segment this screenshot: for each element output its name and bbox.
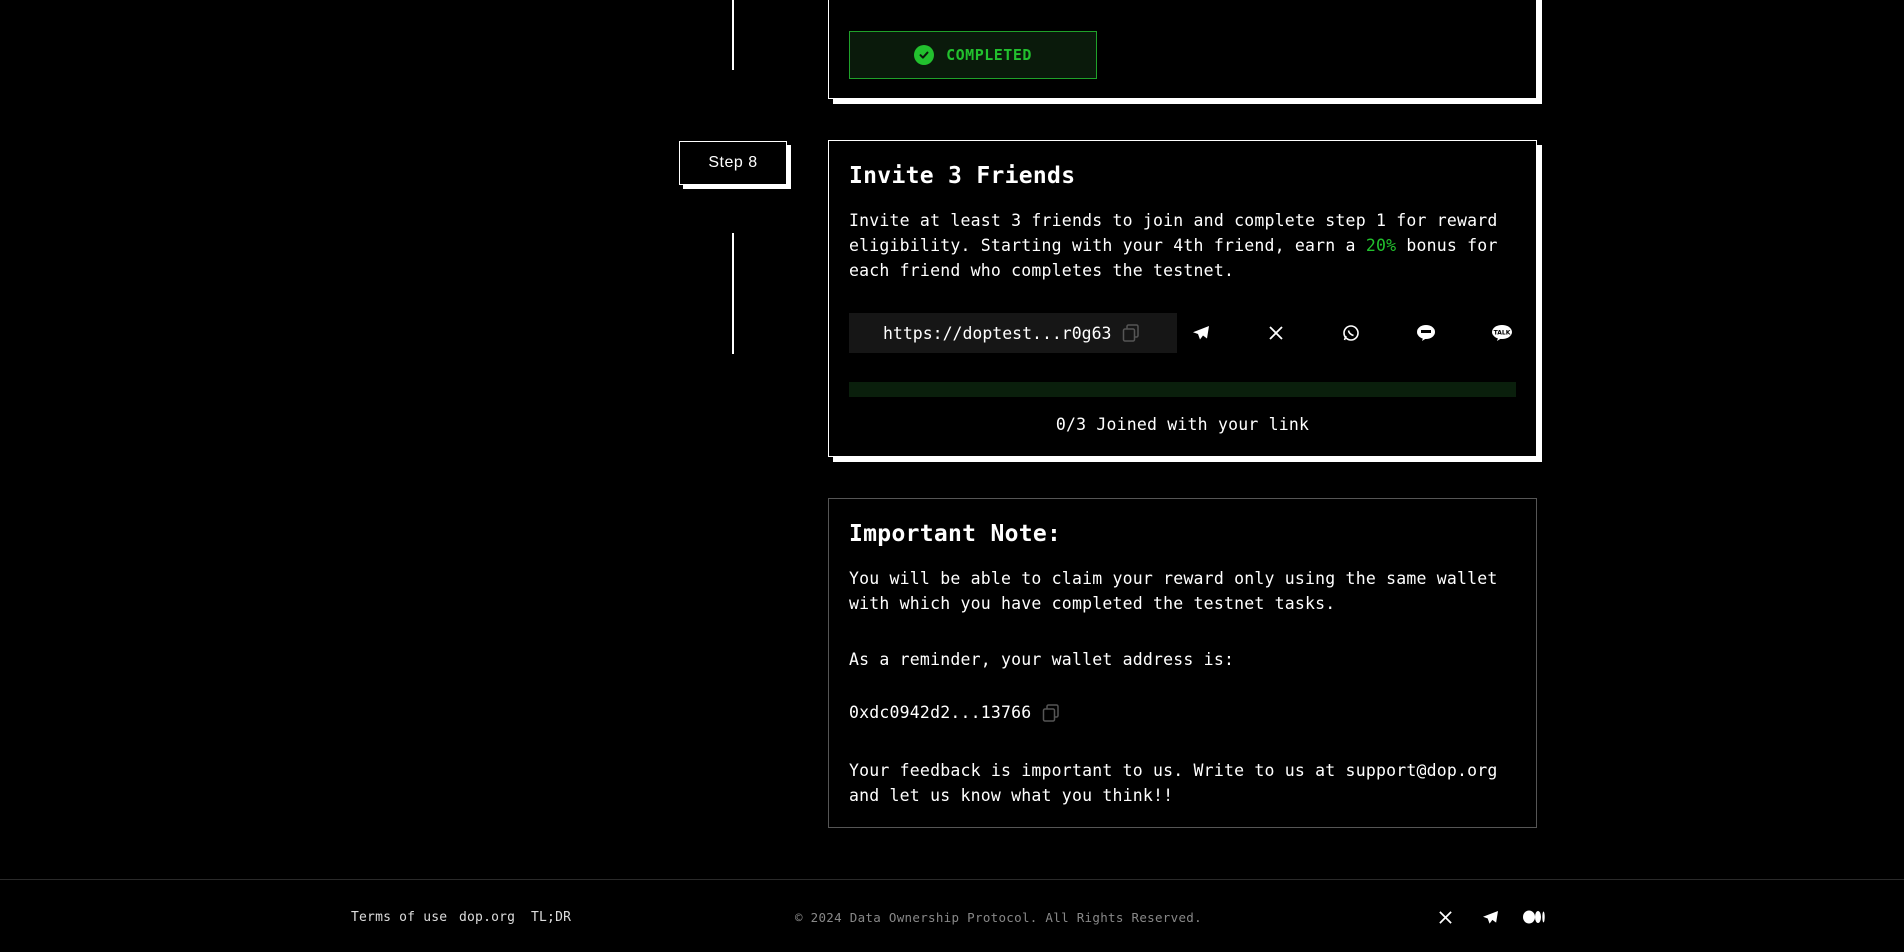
step8-title: Invite 3 Friends (849, 163, 1076, 189)
wallet-address: 0xdc0942d2...13766 (849, 703, 1032, 722)
step-badge-label: Step 8 (708, 154, 758, 171)
footer-link-terms[interactable]: Terms of use (351, 910, 447, 925)
timeline-line-top (732, 0, 734, 70)
note-title: Important Note: (849, 521, 1062, 547)
invite-link-box[interactable]: https://doptest...r0g63 (849, 313, 1177, 353)
step-badge: Step 8 (679, 141, 787, 185)
timeline-line-mid (732, 233, 734, 354)
invite-progress-bar (849, 382, 1516, 397)
copy-wallet-icon[interactable] (1041, 703, 1061, 723)
bonus-percent: 20% (1365, 236, 1397, 255)
line-icon[interactable] (1413, 320, 1439, 346)
svg-text:TALK: TALK (1494, 330, 1511, 337)
note-text-1: You will be able to claim your reward on… (849, 569, 1498, 613)
step8-description: Invite at least 3 friends to join and co… (849, 208, 1519, 283)
completed-label: COMPLETED (946, 46, 1032, 64)
telegram-icon[interactable] (1188, 320, 1214, 346)
x-icon[interactable] (1263, 320, 1289, 346)
joined-count-text: 0/3 Joined with your link (1055, 415, 1310, 434)
medium-icon[interactable] (1523, 906, 1545, 928)
telegram-icon[interactable] (1479, 906, 1501, 928)
whatsapp-icon[interactable] (1338, 320, 1364, 346)
x-icon[interactable] (1434, 906, 1456, 928)
wallet-address-row: 0xdc0942d2...13766 (849, 700, 1061, 725)
note-text-3: Your feedback is important to us. Write … (849, 761, 1498, 805)
footer-copyright: © 2024 Data Ownership Protocol. All Righ… (795, 910, 1202, 925)
footer-link-dop[interactable]: dop.org (459, 910, 515, 925)
note-text-2: As a reminder, your wallet address is: (849, 650, 1235, 669)
kakaotalk-icon[interactable]: TALK (1489, 320, 1515, 346)
completed-status-button[interactable]: COMPLETED (849, 31, 1097, 79)
check-icon (914, 45, 935, 65)
copy-icon[interactable] (1121, 323, 1141, 343)
invite-link-text: https://doptest...r0g63 (883, 323, 1112, 343)
footer-link-tldr[interactable]: TL;DR (531, 910, 571, 925)
